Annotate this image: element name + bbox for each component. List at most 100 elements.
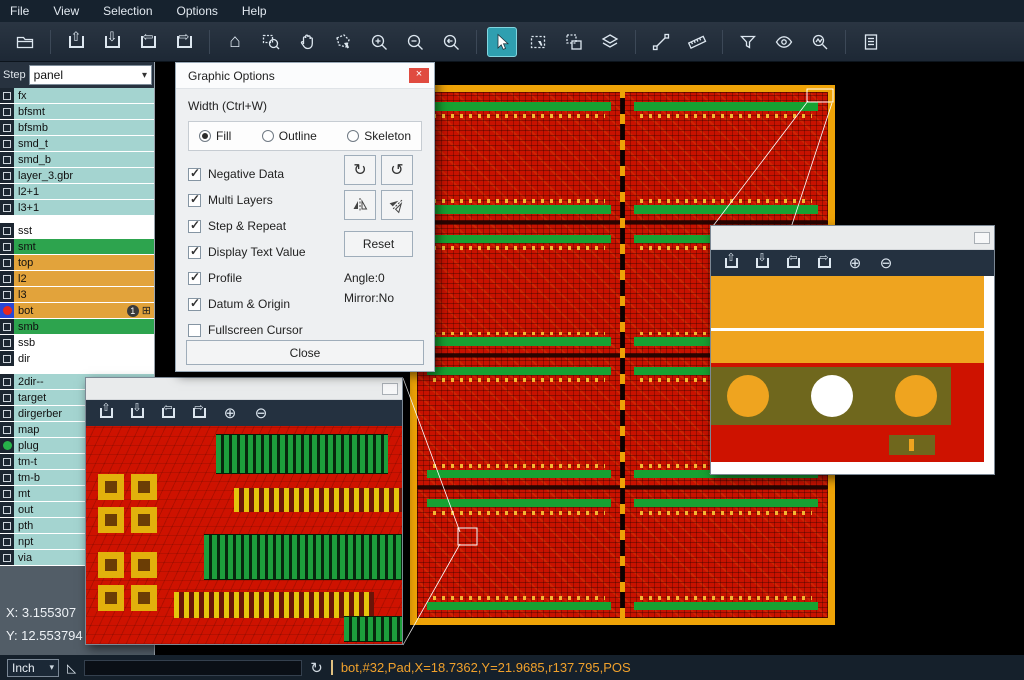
rotate-cw-button[interactable]: ↻ — [344, 155, 376, 185]
layer-visibility-toggle[interactable] — [0, 287, 14, 302]
layer-row-layer_3.gbr[interactable]: layer_3.gbr — [0, 168, 154, 183]
zoom-window-button[interactable] — [256, 27, 286, 57]
layer-name[interactable]: layer_3.gbr — [14, 168, 154, 183]
layer-visibility-toggle[interactable] — [0, 534, 14, 549]
close-button[interactable]: Close — [186, 340, 424, 365]
polygon-select-button[interactable] — [328, 27, 358, 57]
radio-outline[interactable]: Outline — [262, 129, 317, 143]
layer-row-sst[interactable]: sst — [0, 223, 154, 238]
zoom-in-button[interactable]: ⊕ — [219, 402, 241, 424]
layer-visibility-toggle[interactable] — [0, 454, 14, 469]
layer-visibility-toggle[interactable] — [0, 351, 14, 366]
mirror-diagonal-button[interactable] — [381, 190, 413, 220]
layer-row-top[interactable]: top — [0, 255, 154, 270]
export-left-button[interactable]: ⇦ — [133, 27, 163, 57]
layer-visibility-toggle[interactable] — [0, 303, 14, 318]
cursor-select-button[interactable] — [487, 27, 517, 57]
radio-fill[interactable]: Fill — [199, 129, 231, 143]
checkbox-display-text-value[interactable]: Display Text Value — [188, 239, 340, 265]
layer-visibility-toggle[interactable] — [0, 255, 14, 270]
layer-name[interactable]: l3 — [14, 287, 154, 302]
magnifier-window-bottom-left[interactable]: ⇧ ⇩ ⇦ ⇨ ⊕ ⊖ — [85, 377, 403, 645]
layer-visibility-toggle[interactable] — [0, 239, 14, 254]
zoom-previous-button[interactable] — [436, 27, 466, 57]
menu-selection[interactable]: Selection — [103, 4, 152, 18]
window-control-box[interactable] — [974, 232, 990, 244]
checkbox-step-repeat[interactable]: Step & Repeat — [188, 213, 340, 239]
layer-visibility-toggle[interactable] — [0, 223, 14, 238]
layer-row-smd_t[interactable]: smd_t — [0, 136, 154, 151]
layer-row-ssb[interactable]: ssb — [0, 335, 154, 350]
report-button[interactable] — [856, 27, 886, 57]
mirror-horizontal-button[interactable] — [344, 190, 376, 220]
pan-hand-button[interactable] — [292, 27, 322, 57]
zoom-out-button[interactable]: ⊖ — [875, 252, 897, 274]
layer-visibility-toggle[interactable] — [0, 200, 14, 215]
export-down-button[interactable]: ⇩ — [97, 27, 127, 57]
layer-row-smb[interactable]: smb — [0, 319, 154, 334]
magnifier-titlebar[interactable] — [86, 378, 402, 400]
layer-name[interactable]: smb — [14, 319, 154, 334]
layer-row-l2+1[interactable]: l2+1 — [0, 184, 154, 199]
checkbox-datum-origin[interactable]: Datum & Origin — [188, 291, 340, 317]
checkbox-negative-data[interactable]: Negative Data — [188, 161, 340, 187]
refresh-icon[interactable]: ↻ — [310, 659, 323, 677]
checkbox-profile[interactable]: Profile — [188, 265, 340, 291]
layer-row-l3[interactable]: l3 — [0, 287, 154, 302]
layer-row-l2[interactable]: l2 — [0, 271, 154, 286]
rotate-ccw-button[interactable]: ↺ — [381, 155, 413, 185]
command-input[interactable] — [84, 660, 302, 676]
magnifier-window-right[interactable]: ⇧ ⇩ ⇦ ⇨ ⊕ ⊖ — [710, 225, 995, 475]
measure-line-button[interactable] — [646, 27, 676, 57]
magnifier-titlebar[interactable] — [711, 226, 994, 250]
zoom-out-button[interactable] — [400, 27, 430, 57]
layer-row-bot[interactable]: bot1⊞ — [0, 303, 154, 318]
layer-visibility-toggle[interactable] — [0, 120, 14, 135]
zoom-out-button[interactable]: ⊖ — [250, 402, 272, 424]
layer-visibility-toggle[interactable] — [0, 470, 14, 485]
layer-name[interactable]: fx — [14, 88, 154, 103]
import-button[interactable]: ⇧ — [95, 402, 117, 424]
layer-name[interactable]: smd_b — [14, 152, 154, 167]
layer-visibility-toggle[interactable] — [0, 374, 14, 389]
layer-row-bfsmb[interactable]: bfsmb — [0, 120, 154, 135]
step-select[interactable]: panel ▾ — [29, 65, 152, 85]
dialog-titlebar[interactable]: Graphic Options × — [176, 63, 434, 89]
layer-name[interactable]: l3+1 — [14, 200, 154, 215]
layer-visibility-toggle[interactable] — [0, 502, 14, 517]
layer-visibility-toggle[interactable] — [0, 422, 14, 437]
window-control-box[interactable] — [382, 383, 398, 395]
layer-row-dir[interactable]: dir — [0, 351, 154, 366]
layer-name[interactable]: bot1⊞ — [14, 303, 154, 318]
home-view-button[interactable]: ⌂ — [220, 27, 250, 57]
layer-visibility-toggle[interactable] — [0, 271, 14, 286]
layer-visibility-toggle[interactable] — [0, 406, 14, 421]
layer-row-fx[interactable]: fx — [0, 88, 154, 103]
layer-name[interactable]: bfsmt — [14, 104, 154, 119]
net-search-button[interactable] — [805, 27, 835, 57]
import-button[interactable]: ⇧ — [61, 27, 91, 57]
layer-visibility-toggle[interactable] — [0, 136, 14, 151]
menu-options[interactable]: Options — [177, 4, 218, 18]
layer-visibility-toggle[interactable] — [0, 152, 14, 167]
zoom-in-button[interactable] — [364, 27, 394, 57]
layer-row-smt[interactable]: smt — [0, 239, 154, 254]
layer-name[interactable]: smd_t — [14, 136, 154, 151]
layer-visibility-toggle[interactable] — [0, 88, 14, 103]
layer-visibility-toggle[interactable] — [0, 550, 14, 565]
filter-button[interactable] — [733, 27, 763, 57]
export-right-button[interactable]: ⇨ — [188, 402, 210, 424]
transform-select-button[interactable] — [559, 27, 589, 57]
dialog-close-button[interactable]: × — [409, 68, 429, 83]
layer-row-l3+1[interactable]: l3+1 — [0, 200, 154, 215]
layer-name[interactable]: sst — [14, 223, 154, 238]
layer-visibility-toggle[interactable] — [0, 390, 14, 405]
open-file-button[interactable] — [10, 27, 40, 57]
zoom-in-button[interactable]: ⊕ — [844, 252, 866, 274]
checkbox-multi-layers[interactable]: Multi Layers — [188, 187, 340, 213]
layer-visibility-toggle[interactable] — [0, 486, 14, 501]
layer-name[interactable]: l2+1 — [14, 184, 154, 199]
layer-name[interactable]: bfsmb — [14, 120, 154, 135]
import-button[interactable]: ⇧ — [720, 252, 742, 274]
unit-select[interactable]: Inch ▾ — [7, 659, 59, 677]
